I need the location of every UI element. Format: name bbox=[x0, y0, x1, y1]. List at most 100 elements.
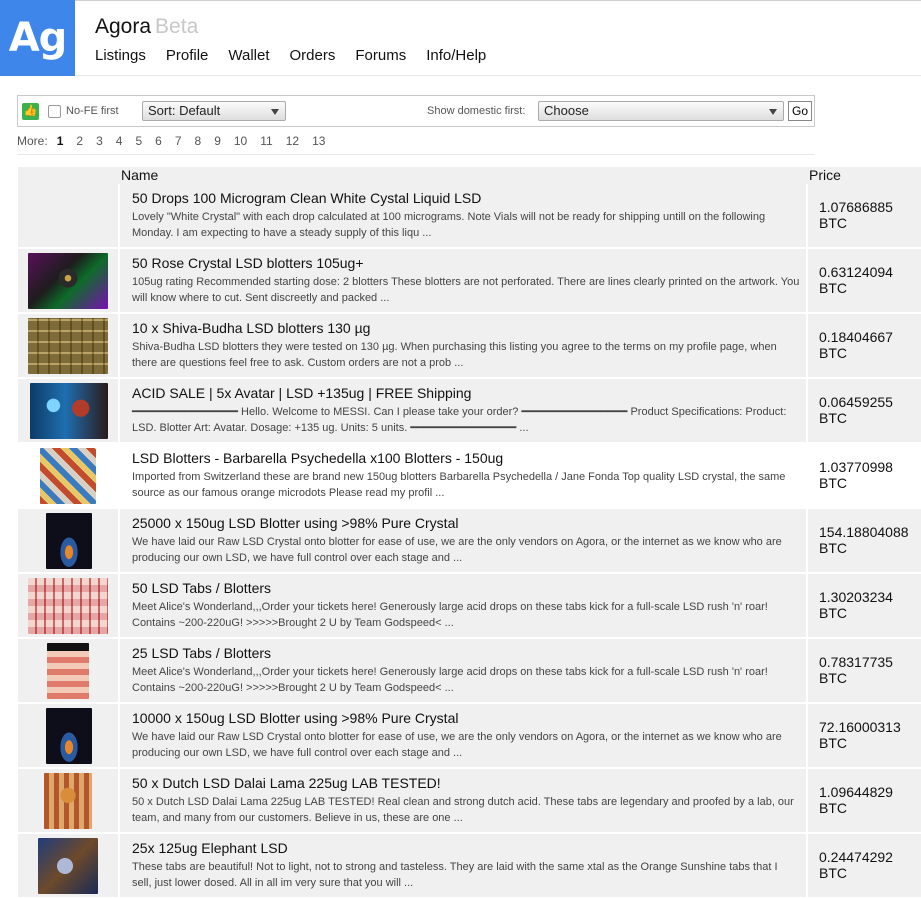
price-amount: 1.30203234 bbox=[819, 589, 893, 605]
listing-price: 1.03770998 BTC bbox=[819, 459, 893, 491]
page-link[interactable]: 4 bbox=[116, 134, 123, 148]
listing-title[interactable]: 50 LSD Tabs / Blotters bbox=[132, 580, 271, 596]
page-link[interactable]: 12 bbox=[286, 134, 299, 148]
listing-info-cell: 25x 125ug Elephant LSD These tabs are bea… bbox=[120, 834, 806, 897]
page-link[interactable]: 6 bbox=[155, 134, 162, 148]
listing-title[interactable]: 50 x Dutch LSD Dalai Lama 225ug LAB TEST… bbox=[132, 775, 441, 791]
listing-thumbnail[interactable] bbox=[47, 643, 89, 699]
listing-description: Imported from Switzerland these are bran… bbox=[132, 471, 786, 499]
listing-row[interactable]: 50 Rose Crystal LSD blotters 105ug+ 105ug… bbox=[18, 249, 921, 312]
chevron-down-icon bbox=[769, 109, 777, 115]
listing-price-cell: 0.78317735 BTC bbox=[808, 639, 921, 702]
sort-select[interactable]: Sort: Default bbox=[142, 101, 286, 121]
domestic-label: Show domestic first: bbox=[427, 105, 526, 117]
price-amount: 0.24474292 bbox=[819, 849, 893, 865]
listing-info-cell: 25 LSD Tabs / Blotters Meet Alice's Wonde… bbox=[120, 639, 806, 702]
listing-title[interactable]: 25 LSD Tabs / Blotters bbox=[132, 645, 271, 661]
listing-thumbnail[interactable] bbox=[44, 773, 92, 829]
listing-row[interactable]: ACID SALE | 5x Avatar | LSD +135ug | FRE… bbox=[18, 379, 921, 442]
page-link[interactable]: 13 bbox=[312, 134, 325, 148]
price-currency: BTC bbox=[819, 670, 847, 686]
agora-logo[interactable]: Ag bbox=[0, 0, 75, 76]
listing-info-cell: ACID SALE | 5x Avatar | LSD +135ug | FRE… bbox=[120, 379, 806, 442]
listing-price: 0.06459255 BTC bbox=[819, 394, 893, 426]
page-link[interactable]: 7 bbox=[175, 134, 182, 148]
listing-row[interactable]: 10000 x 150ug LSD Blotter using >98% Pur… bbox=[18, 704, 921, 767]
page-link[interactable]: 9 bbox=[214, 134, 221, 148]
nav-profile[interactable]: Profile bbox=[166, 47, 209, 64]
listing-info-cell: 25000 x 150ug LSD Blotter using >98% Pur… bbox=[120, 509, 806, 572]
price-currency: BTC bbox=[819, 215, 847, 231]
listing-price: 0.78317735 BTC bbox=[819, 654, 893, 686]
page-link[interactable]: 2 bbox=[76, 134, 83, 148]
beta-tag: Beta bbox=[155, 15, 199, 38]
nofe-label: No-FE first bbox=[66, 105, 119, 117]
domestic-select[interactable]: Choose bbox=[538, 101, 784, 121]
listing-row[interactable]: 25x 125ug Elephant LSD These tabs are bea… bbox=[18, 834, 921, 897]
listing-price: 1.07686885 BTC bbox=[819, 199, 893, 231]
nav-info-help[interactable]: Info/Help bbox=[426, 47, 486, 64]
column-header-name[interactable]: Name bbox=[121, 167, 158, 183]
listing-description: We have laid our Raw LSD Crystal onto bl… bbox=[132, 536, 782, 564]
listing-price: 1.30203234 BTC bbox=[819, 589, 893, 621]
page-link-current[interactable]: 1 bbox=[57, 134, 64, 148]
price-amount: 154.18804088 bbox=[819, 524, 909, 540]
nav-wallet[interactable]: Wallet bbox=[228, 47, 269, 64]
thumbs-up-icon[interactable]: 👍 bbox=[22, 103, 39, 120]
go-button[interactable]: Go bbox=[788, 101, 812, 121]
top-border bbox=[0, 0, 921, 1]
listing-title[interactable]: 50 Rose Crystal LSD blotters 105ug+ bbox=[132, 255, 364, 271]
price-currency: BTC bbox=[819, 735, 847, 751]
listing-price: 154.18804088 BTC bbox=[819, 524, 909, 556]
listing-thumbnail-cell bbox=[18, 314, 118, 377]
listing-title[interactable]: 25x 125ug Elephant LSD bbox=[132, 840, 288, 856]
listing-title[interactable]: 10 x Shiva-Budha LSD blotters 130 µg bbox=[132, 320, 370, 336]
listing-title[interactable]: 50 Drops 100 Microgram Clean White Cysta… bbox=[132, 190, 481, 206]
listing-thumbnail[interactable] bbox=[28, 578, 108, 634]
listing-row[interactable]: 50 LSD Tabs / Blotters Meet Alice's Wonde… bbox=[18, 574, 921, 637]
column-header-price[interactable]: Price bbox=[809, 167, 841, 183]
listing-thumbnail[interactable] bbox=[38, 838, 98, 894]
listing-row[interactable]: 25 LSD Tabs / Blotters Meet Alice's Wonde… bbox=[18, 639, 921, 702]
price-amount: 0.18404667 bbox=[819, 329, 893, 345]
listing-price-cell: 0.18404667 BTC bbox=[808, 314, 921, 377]
listing-row[interactable]: 25000 x 150ug LSD Blotter using >98% Pur… bbox=[18, 509, 921, 572]
listing-description: Meet Alice's Wonderland,,,Order your tic… bbox=[132, 666, 768, 694]
listing-description: 105ug rating Recommended starting dose: … bbox=[132, 276, 800, 304]
listing-thumbnail[interactable] bbox=[28, 253, 108, 309]
price-amount: 1.03770998 bbox=[819, 459, 893, 475]
listing-row[interactable]: LSD Blotters - Barbarella Psychedella x1… bbox=[18, 444, 921, 507]
page-link[interactable]: 5 bbox=[135, 134, 142, 148]
listing-thumbnail-cell bbox=[18, 639, 118, 702]
listing-info-cell: 10000 x 150ug LSD Blotter using >98% Pur… bbox=[120, 704, 806, 767]
listing-row[interactable]: 10 x Shiva-Budha LSD blotters 130 µg Shiv… bbox=[18, 314, 921, 377]
nav-listings[interactable]: Listings bbox=[95, 47, 146, 64]
nofe-checkbox[interactable] bbox=[48, 105, 61, 118]
listing-thumbnail[interactable] bbox=[30, 383, 108, 439]
listing-thumbnail[interactable] bbox=[28, 318, 108, 374]
listing-description: These tabs are beautiful! Not to light, … bbox=[132, 861, 778, 889]
site-name: Agora bbox=[95, 15, 152, 38]
listing-description: ━━━━━━━━━━━━━━━━ Hello. Welcome to MESSI… bbox=[132, 406, 787, 434]
listing-row[interactable]: 50 x Dutch LSD Dalai Lama 225ug LAB TEST… bbox=[18, 769, 921, 832]
listing-thumbnail[interactable] bbox=[46, 708, 92, 764]
listing-thumbnail[interactable] bbox=[46, 513, 92, 569]
listing-info-cell: 50 LSD Tabs / Blotters Meet Alice's Wonde… bbox=[120, 574, 806, 637]
listing-title[interactable]: 10000 x 150ug LSD Blotter using >98% Pur… bbox=[132, 710, 458, 726]
listing-title[interactable]: 25000 x 150ug LSD Blotter using >98% Pur… bbox=[132, 515, 458, 531]
nav-orders[interactable]: Orders bbox=[290, 47, 336, 64]
nav-forums[interactable]: Forums bbox=[355, 47, 406, 64]
price-amount: 0.63124094 bbox=[819, 264, 893, 280]
page-link[interactable]: 3 bbox=[96, 134, 103, 148]
page-link[interactable]: 10 bbox=[234, 134, 247, 148]
page-link[interactable]: 8 bbox=[195, 134, 202, 148]
listing-thumbnail[interactable] bbox=[40, 448, 96, 504]
listing-title[interactable]: ACID SALE | 5x Avatar | LSD +135ug | FRE… bbox=[132, 385, 471, 401]
page-link[interactable]: 11 bbox=[260, 134, 272, 148]
listing-row[interactable]: 50 Drops 100 Microgram Clean White Cysta… bbox=[18, 184, 921, 247]
price-currency: BTC bbox=[819, 475, 847, 491]
listing-info-cell: 50 Rose Crystal LSD blotters 105ug+ 105ug… bbox=[120, 249, 806, 312]
listing-title[interactable]: LSD Blotters - Barbarella Psychedella x1… bbox=[132, 450, 503, 466]
price-currency: BTC bbox=[819, 540, 847, 556]
listing-price-cell: 1.09644829 BTC bbox=[808, 769, 921, 832]
